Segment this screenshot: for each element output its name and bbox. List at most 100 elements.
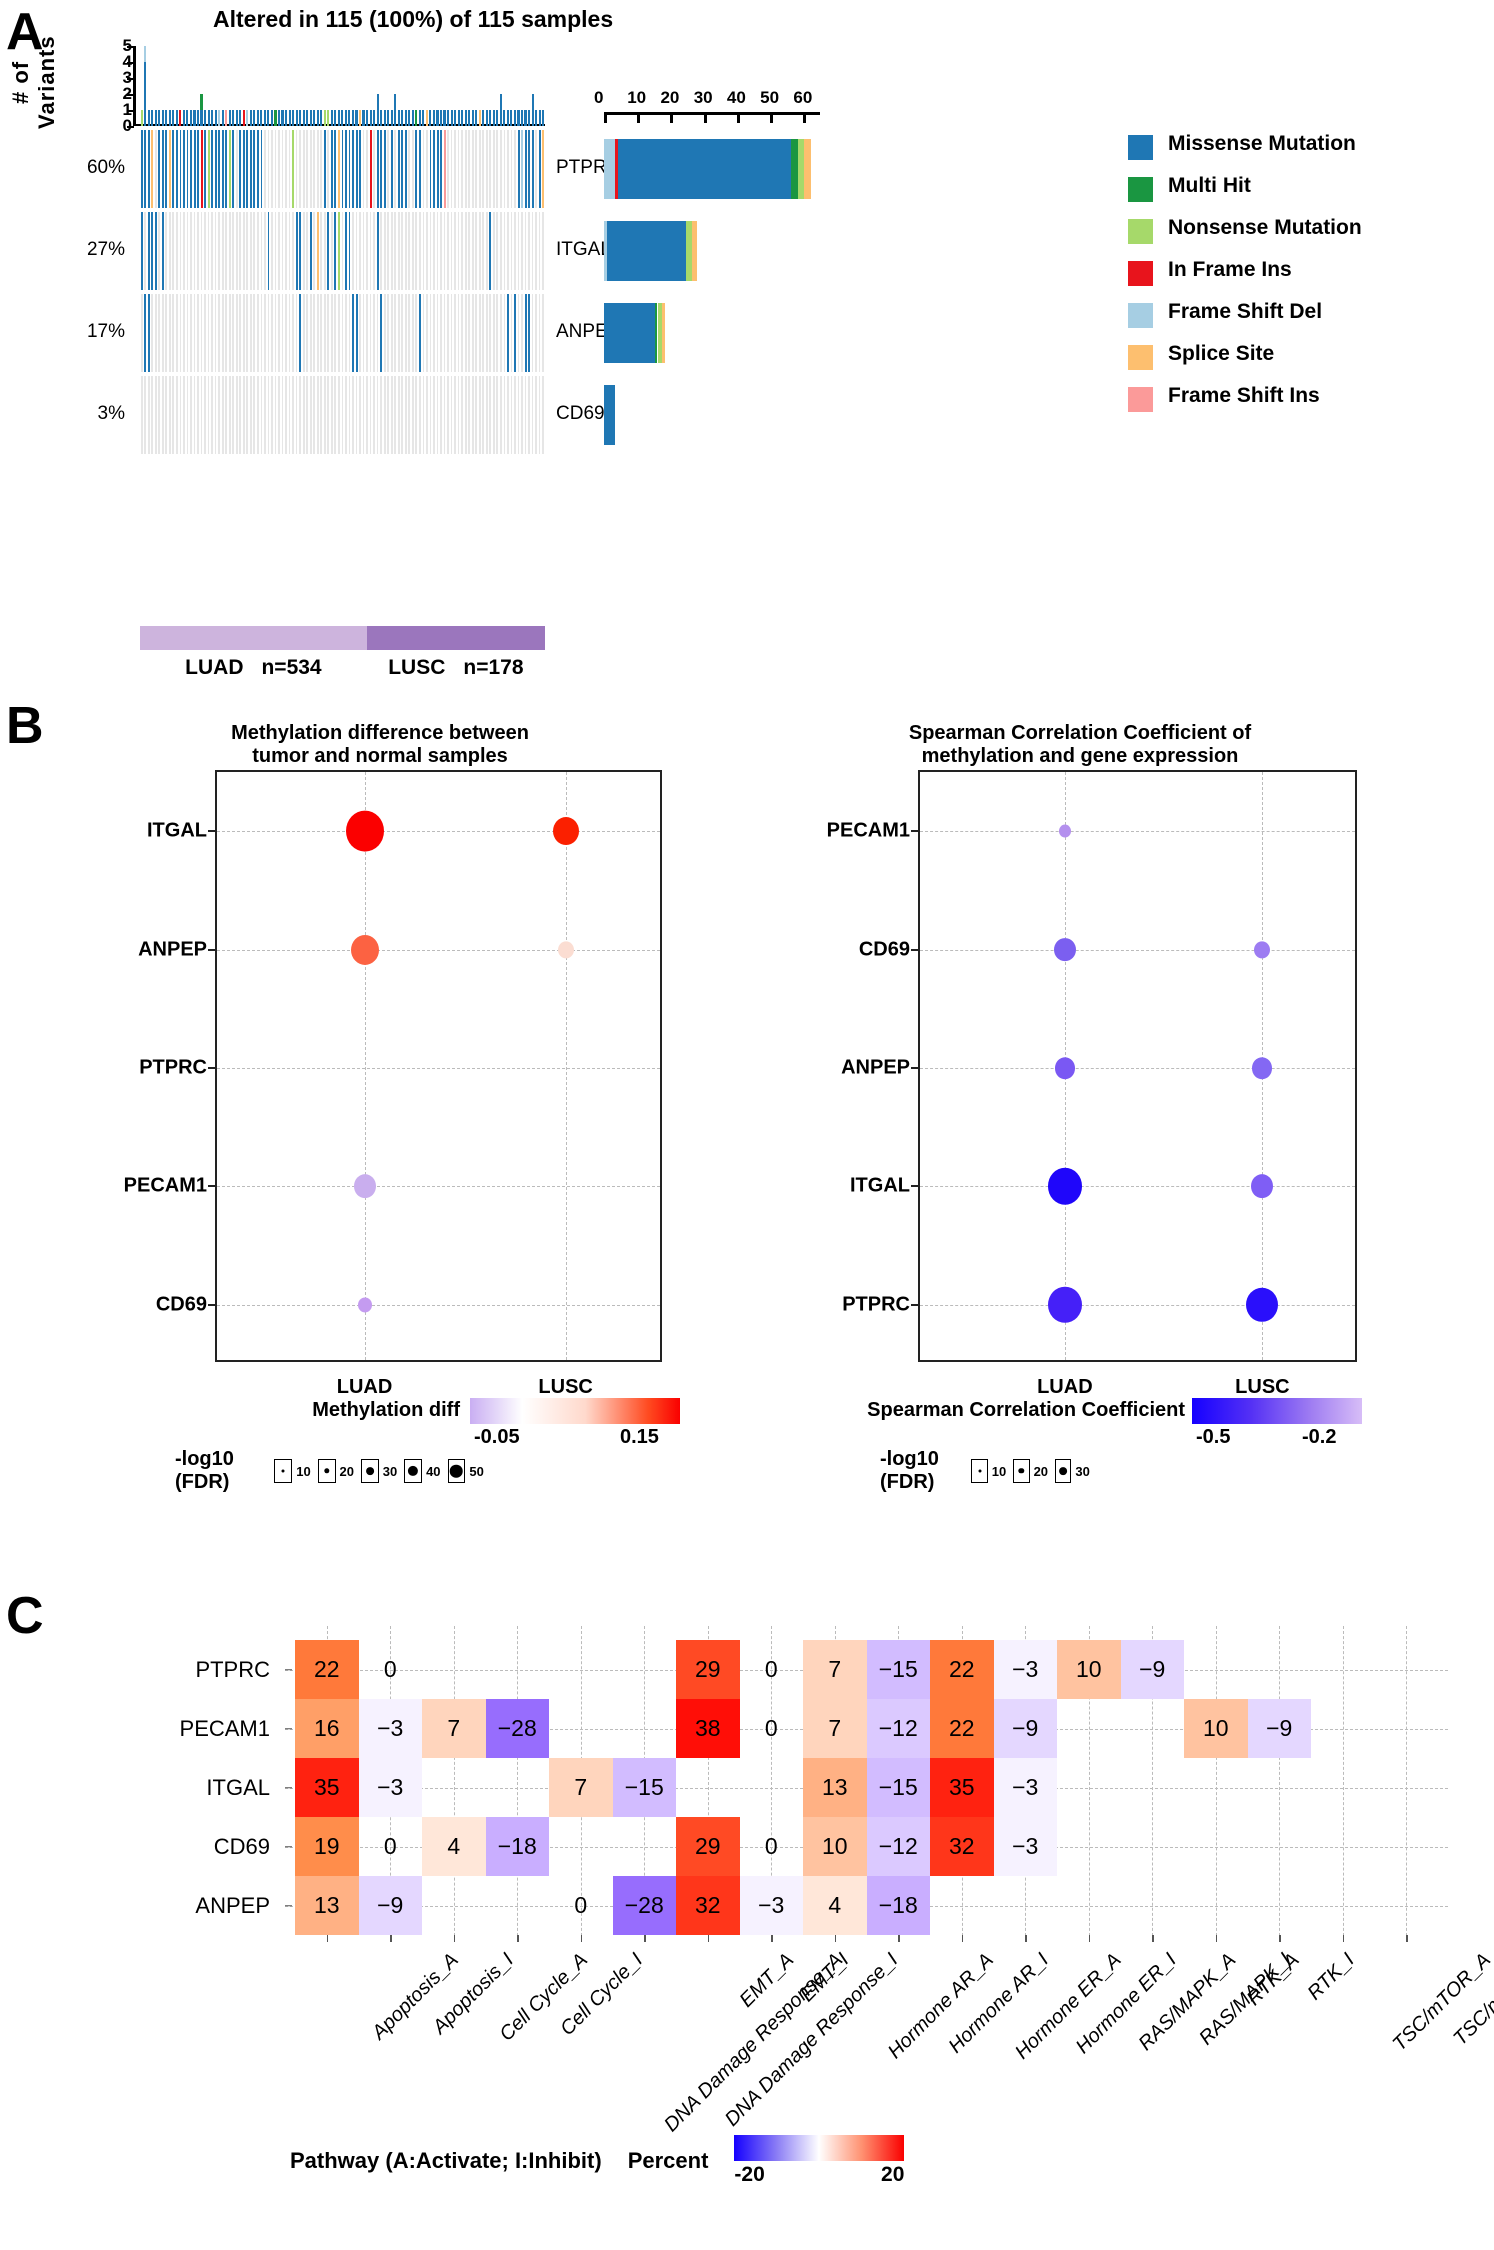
variant-bar (436, 110, 439, 126)
dotplot-point (1058, 824, 1071, 838)
heatmap-cell: 13 (803, 1758, 867, 1817)
heatmap-col-tick (326, 1935, 329, 1942)
gene-barplot-axis: 0 10 20 30 40 50 60 (594, 88, 832, 123)
variant-bar (323, 110, 326, 126)
variant-bar (263, 110, 266, 126)
cohort-count: n=178 (463, 656, 524, 679)
heatmap-col-tick (1215, 1935, 1218, 1942)
variant-bar (242, 110, 245, 126)
legend-label: In Frame Ins (1168, 258, 1292, 281)
variant-bar (383, 110, 386, 126)
gene-barplot-tick: 0 (594, 88, 604, 107)
legend-label: Multi Hit (1168, 174, 1251, 197)
dotplot-row-label: PTPRC (139, 1056, 207, 1079)
dotplot-row-label: PECAM1 (123, 1174, 207, 1197)
dotplot-point (345, 810, 384, 852)
heatmap-col-tick (898, 1935, 900, 1942)
variant-bar (316, 110, 319, 126)
variant-bar (351, 110, 354, 126)
variant-bar (535, 110, 538, 126)
heatmap-col-tick (707, 1935, 710, 1942)
size-legend-swatch (360, 1459, 379, 1483)
heatmap-cell: 32 (676, 1876, 740, 1935)
variant-bar (179, 110, 182, 126)
size-legend-value: 20 (1033, 1463, 1049, 1479)
variant-bar (228, 110, 231, 126)
variant-bar (207, 110, 210, 126)
heatmap-cell: −9 (993, 1699, 1057, 1758)
variant-bar (443, 110, 446, 126)
variant-bar (284, 110, 288, 126)
heatmap-col-label: RTK_I (1303, 1949, 1360, 2005)
gene-barplot-tick: 10 (627, 88, 647, 107)
variant-bar (348, 110, 351, 126)
variant-bar (218, 110, 221, 126)
size-legend-label: -log10 (FDR) (175, 1448, 234, 1493)
variant-bar (320, 110, 323, 126)
dotplot-row-label: ANPEP (138, 938, 207, 961)
gene-bar (604, 139, 820, 199)
variant-bar (517, 110, 520, 126)
colorbar (470, 1398, 680, 1424)
variant-bar (203, 110, 207, 126)
heatmap-axis-legend-label: Pathway (A:Activate; I:Inhibit) (290, 2148, 602, 2173)
heatmap-cell: −15 (866, 1758, 930, 1817)
legend-swatch-icon (1128, 345, 1153, 370)
legend-label: Frame Shift Ins (1168, 384, 1320, 407)
variant-bar (281, 110, 284, 126)
spearman-dotplot: PECAM1 CD69 ANPEP ITGAL PTPRC LUAD LUSC (827, 770, 1357, 1398)
variant-bar (482, 110, 485, 126)
heatmap-row-label: PTPRC (195, 1656, 270, 1682)
heatmap-cell: −3 (358, 1699, 422, 1758)
dotplot-row-label: ITGAL (147, 819, 207, 842)
variant-bar (468, 110, 471, 126)
size-legend-value: 20 (339, 1463, 354, 1479)
gene-alteration-percent: 27% (86, 239, 125, 260)
variant-bar (344, 110, 347, 126)
dotplot-point (557, 941, 574, 959)
legend-swatch-icon (1128, 387, 1153, 412)
spearman-dotplot-title: Spearman Correlation Coefficient of methy… (830, 722, 1330, 768)
heatmap-cell: 29 (676, 1640, 740, 1699)
variant-bar (168, 110, 171, 126)
size-legend-swatch (447, 1459, 466, 1483)
variant-bar (154, 110, 157, 126)
variant-bar (520, 110, 524, 126)
size-legend-swatch (404, 1459, 423, 1483)
heatmap-row-label: ANPEP (195, 1892, 270, 1918)
methylation-dotplot: ITGAL ANPEP PTPRC PECAM1 CD69 LUAD LUSC (124, 770, 662, 1398)
variant-bar (182, 110, 185, 126)
axis-tick (911, 1185, 920, 1188)
variant-bar (446, 110, 450, 126)
oncoprint-row (140, 130, 545, 208)
heatmap-row-label: ITGAL (206, 1774, 270, 1800)
heatmap-cell: 7 (422, 1699, 486, 1758)
gene-barplot-axis-line (604, 112, 820, 115)
gene-label: ITGAL (556, 239, 611, 260)
variant-bar (432, 110, 435, 126)
heatmap-cell: −3 (993, 1758, 1057, 1817)
heatmap-cell: −28 (612, 1876, 676, 1935)
size-legend-swatch (1055, 1459, 1072, 1483)
variant-bar (330, 110, 333, 126)
heatmap-cell: −3 (358, 1758, 422, 1817)
size-legend-swatch (971, 1459, 988, 1483)
variant-bar (542, 110, 545, 126)
variant-bar (397, 110, 400, 126)
variant-barplot (140, 46, 545, 126)
variant-bar (246, 110, 249, 126)
panel-a-title: Altered in 115 (100%) of 115 samples (213, 6, 614, 32)
variant-bar (422, 110, 425, 126)
size-legend-value: 10 (296, 1463, 311, 1479)
heatmap-cell: −18 (866, 1876, 930, 1935)
variant-bar (457, 110, 460, 126)
size-legend-swatch (1013, 1459, 1030, 1483)
variant-axis-label: # of Variants (8, 35, 59, 129)
legend-label: Frame Shift Del (1168, 300, 1323, 323)
dotplot-point (1053, 937, 1076, 962)
dotplot-point (1252, 1057, 1273, 1079)
variant-bar (489, 110, 492, 126)
methylation-dotplot-title: Methylation difference between tumor and … (150, 722, 610, 768)
variant-bar (365, 110, 369, 126)
variant-bar (327, 110, 330, 126)
